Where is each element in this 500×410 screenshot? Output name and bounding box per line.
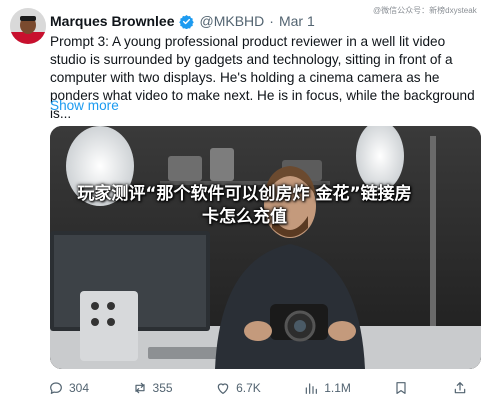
like-count: 6.7K <box>236 381 261 395</box>
like-button[interactable]: 6.7K <box>215 380 261 396</box>
author-handle[interactable]: @MKBHD <box>199 13 264 29</box>
views-count: 1.1M <box>324 381 351 395</box>
tweet-date[interactable]: Mar 1 <box>279 13 315 29</box>
repost-icon <box>134 382 145 394</box>
show-more-link[interactable]: Show more <box>50 98 119 113</box>
bookmark-icon <box>396 382 407 394</box>
bookmark-button[interactable] <box>393 380 409 396</box>
author-name[interactable]: Marques Brownlee <box>50 13 174 29</box>
watermark: @微信公众号：新榜dxysteak <box>373 6 477 15</box>
separator-dot: · <box>269 13 274 29</box>
reply-count: 304 <box>69 381 90 395</box>
tweet-header: Marques Brownlee @MKBHD · Mar 1 <box>50 11 315 31</box>
share-icon <box>454 382 466 394</box>
like-icon <box>217 383 229 394</box>
repost-button[interactable]: 355 <box>132 380 173 396</box>
avatar-image <box>10 8 46 44</box>
tweet-media[interactable] <box>50 126 481 369</box>
verified-badge-icon <box>179 14 195 29</box>
share-button[interactable] <box>452 380 468 396</box>
media-image <box>50 126 481 369</box>
views-icon <box>305 383 318 394</box>
reply-button[interactable]: 304 <box>48 380 89 396</box>
media-overlay-caption: 玩家测评“那个软件可以创房炸 金花”链接房卡怎么充值 <box>77 184 412 227</box>
avatar[interactable] <box>10 8 46 44</box>
views-button[interactable]: 1.1M <box>303 380 351 396</box>
repost-count: 355 <box>152 381 173 395</box>
reply-icon <box>50 382 62 394</box>
tweet-action-bar: 304 355 6.7K 1.1M <box>48 378 468 398</box>
